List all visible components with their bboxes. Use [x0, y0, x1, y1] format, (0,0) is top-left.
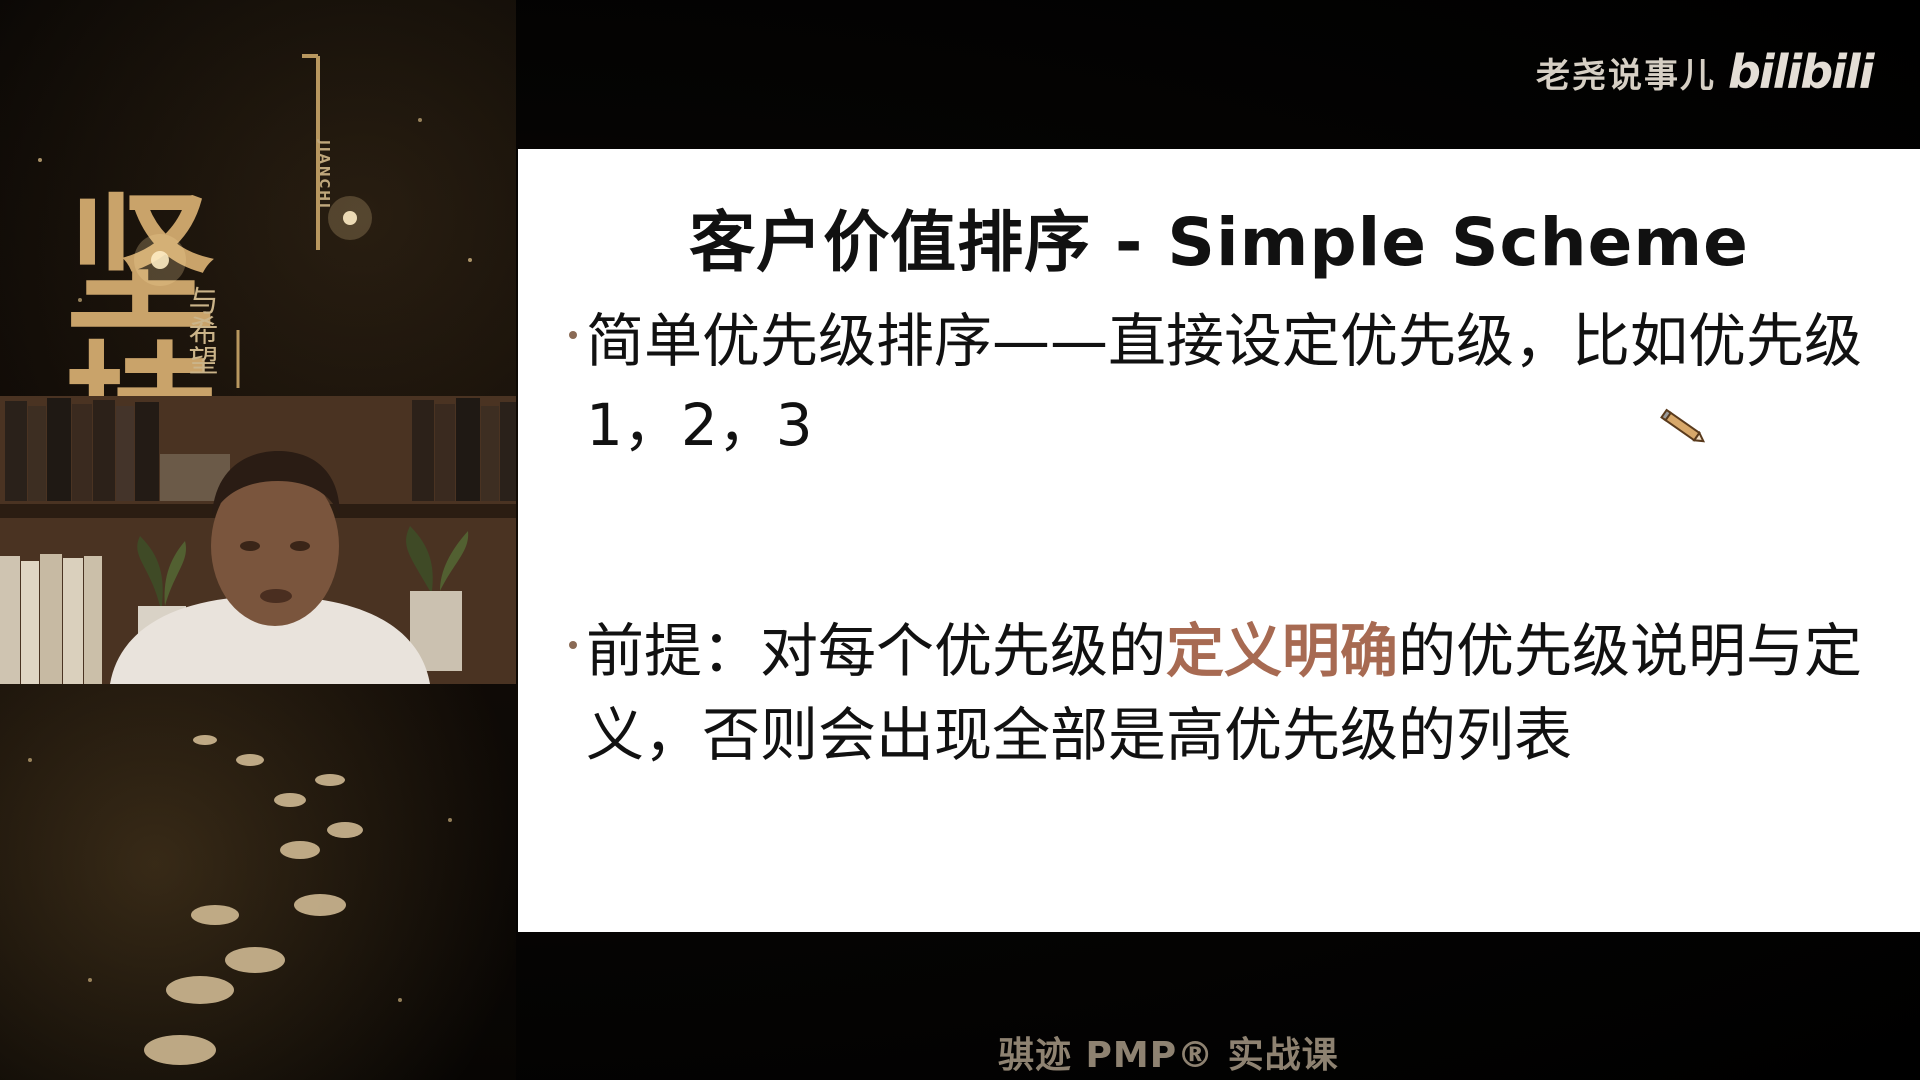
bullet-dot-icon — [569, 641, 577, 649]
presenter-webcam — [0, 396, 516, 684]
poster-pinyin: JIANCHI — [316, 139, 331, 210]
slide-title: 客户价值排序 - Simple Scheme — [689, 204, 1749, 281]
webcam-scene — [0, 396, 516, 684]
slide-bullet-2-text-before: 前提：对每个优先级的 — [586, 617, 1167, 685]
bilibili-logo: bilibili — [1728, 45, 1874, 99]
presentation-slide: 客户价值排序 - Simple Scheme 简单优先级排序——直接设定优先级，… — [518, 149, 1920, 932]
slide-bullet-2: 前提：对每个优先级的定义明确的优先级说明与定义，否则会出现全部是高优先级的列表 — [569, 609, 1866, 777]
channel-name: 老尧说事儿 — [1536, 55, 1716, 96]
footprints-icon — [144, 735, 363, 1065]
course-caption: 骐迹 PMP® 实战课 — [998, 1035, 1339, 1076]
poster-subtitle: 与希望 — [183, 285, 218, 375]
bullet-dot-icon — [569, 331, 577, 339]
video-frame: 坚持 JIANCHI 与希望 老尧说事儿 bilibili 客户价值排序 - S… — [0, 0, 1920, 1080]
poster-panel: 坚持 JIANCHI 与希望 — [0, 0, 516, 1080]
pen-cursor-icon — [1660, 408, 1706, 443]
channel-watermark: 老尧说事儿 bilibili — [1536, 40, 1874, 104]
slide-bullet-2-highlight: 定义明确 — [1166, 617, 1399, 685]
